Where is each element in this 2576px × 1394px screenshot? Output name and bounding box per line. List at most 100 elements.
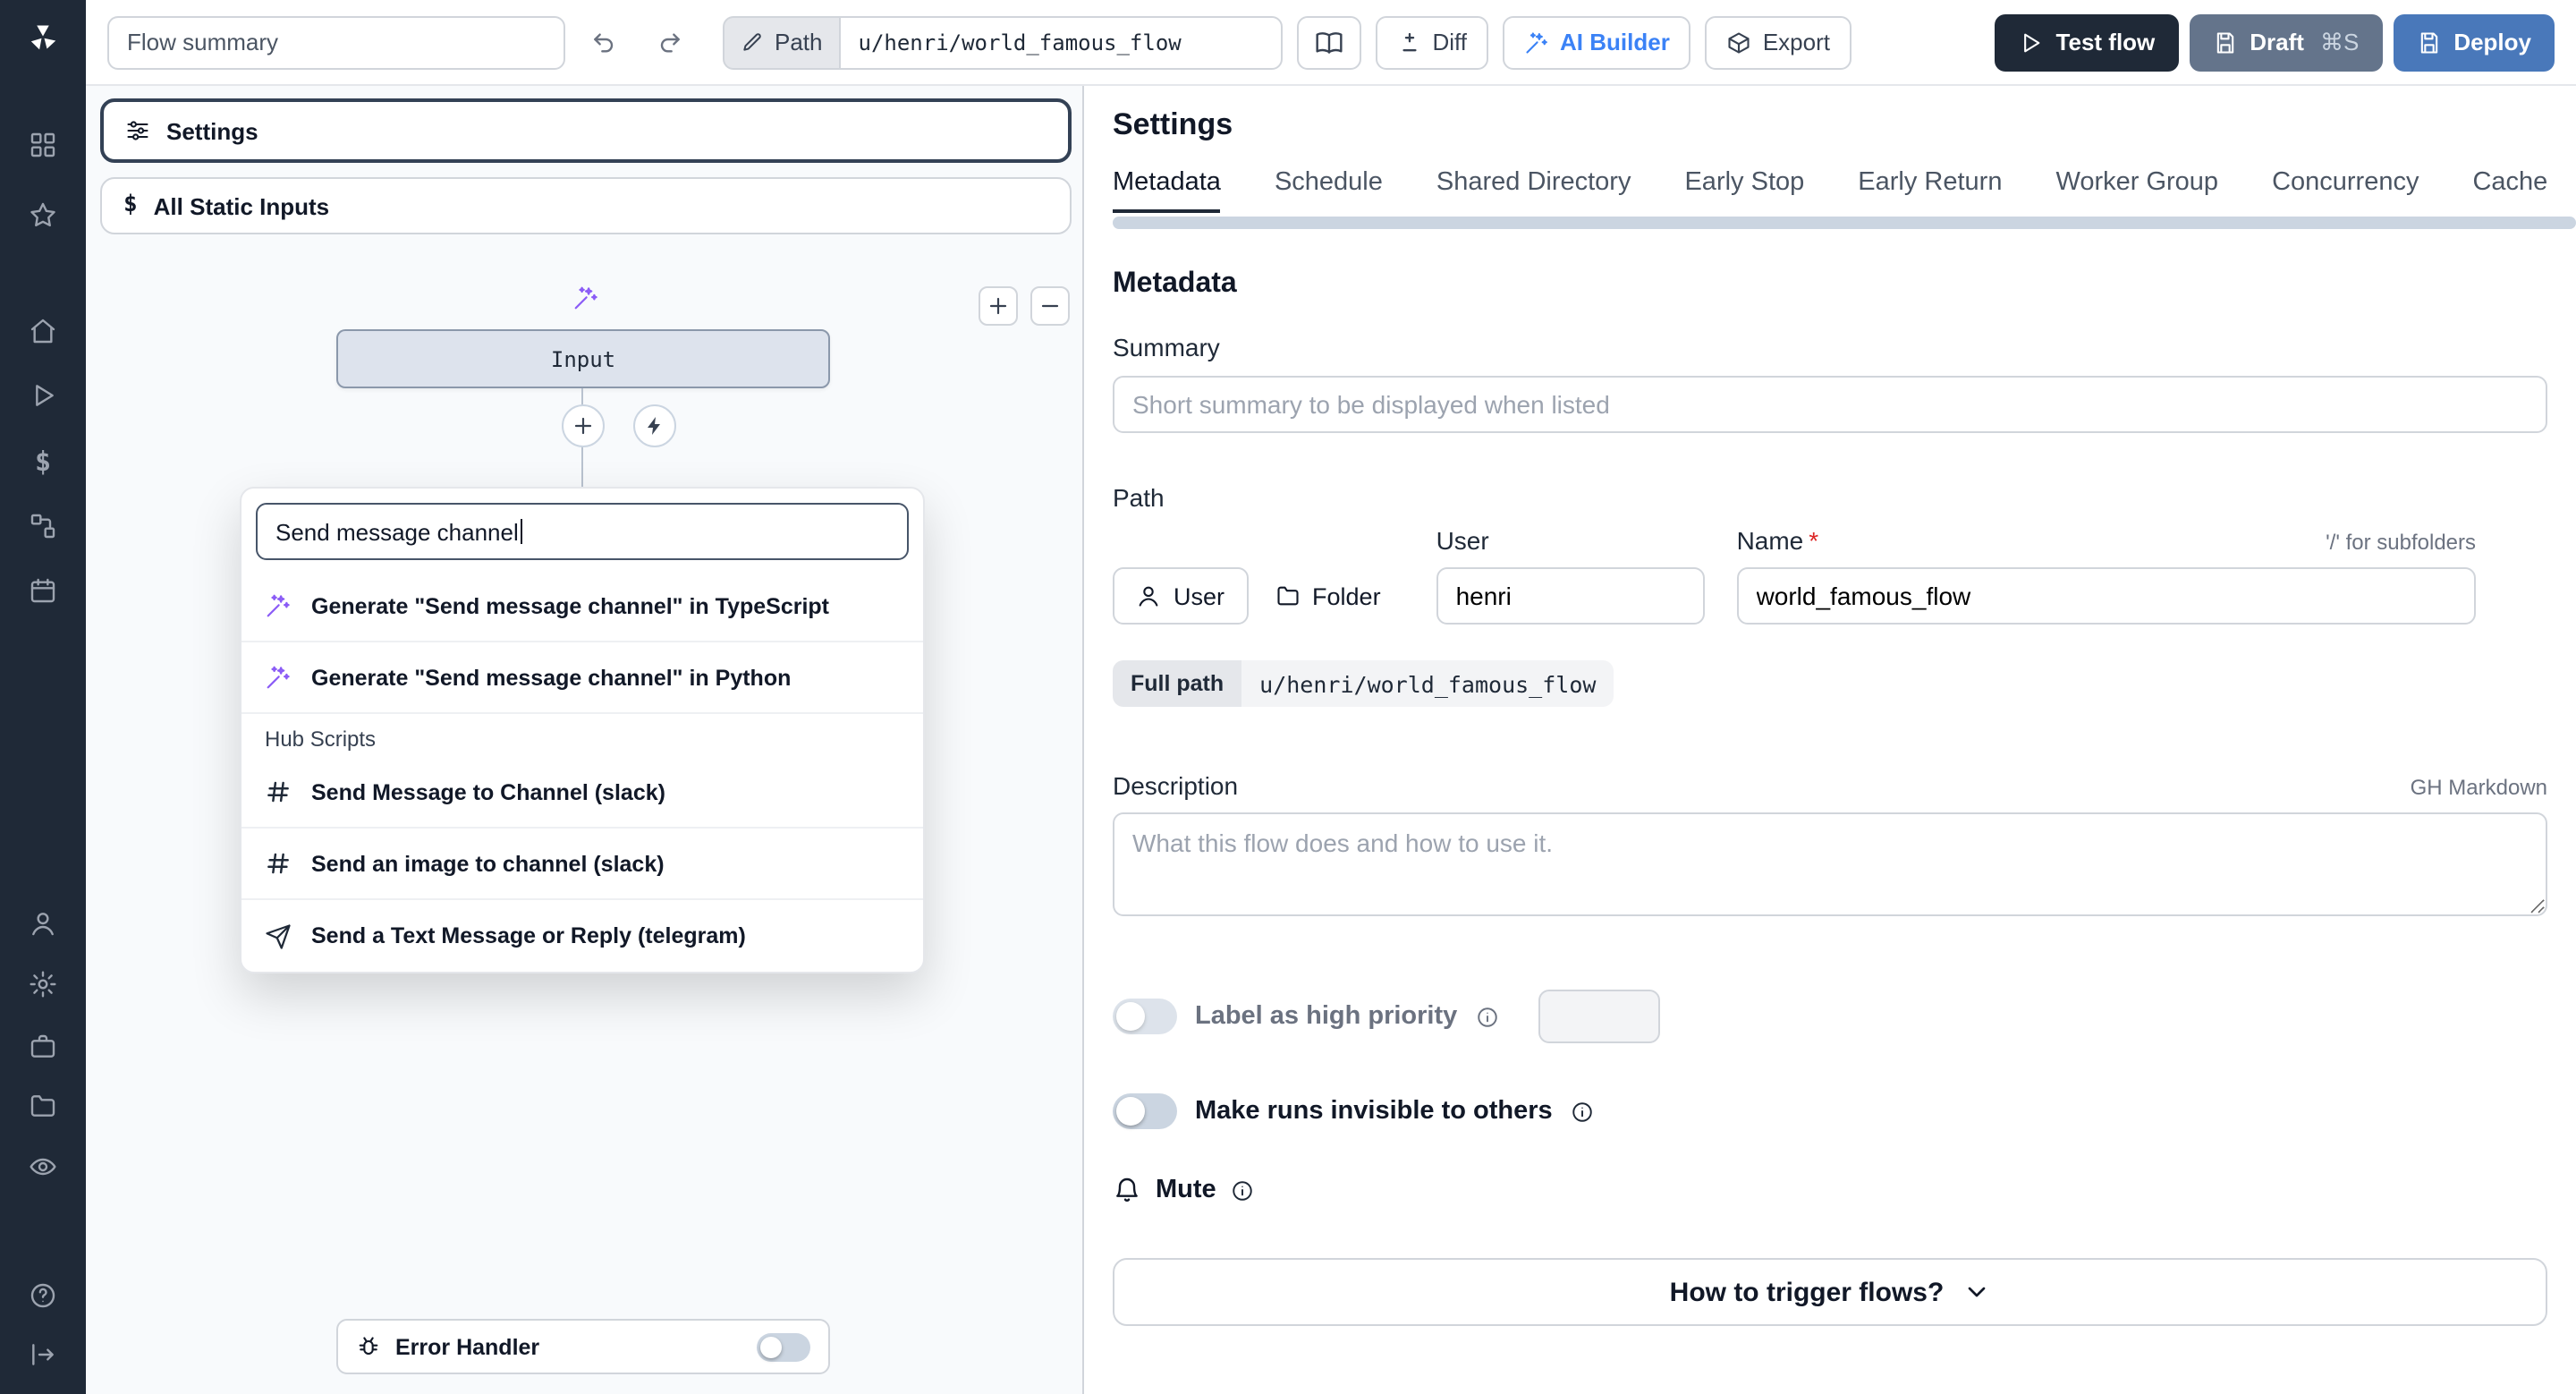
sidebar-item-resources[interactable] [29, 512, 57, 540]
sidebar-expand[interactable] [29, 1340, 57, 1369]
tab-shared-directory[interactable]: Shared Directory [1436, 168, 1631, 213]
sidebar-item-runs[interactable] [29, 381, 57, 410]
summary-input[interactable] [1113, 376, 2547, 433]
user-input[interactable] [1436, 567, 1705, 625]
chevron-down-icon [1967, 1287, 1985, 1297]
zoom-out-button[interactable] [1030, 286, 1070, 326]
how-to-trigger-button[interactable]: How to trigger flows? [1113, 1258, 2547, 1326]
owner-kind-toggle: User Folder [1113, 567, 1404, 625]
subfolder-hint: '/' for subfolders [2326, 530, 2476, 555]
settings-title: Settings [1113, 107, 1233, 141]
trigger-step-button[interactable] [633, 404, 676, 447]
export-label: Export [1762, 29, 1830, 55]
save-icon [2216, 31, 2233, 53]
export-button[interactable]: Export [1705, 15, 1852, 69]
minus-icon [1041, 304, 1059, 308]
sidebar-item-settings[interactable] [29, 970, 57, 999]
gear-icon [30, 971, 56, 998]
test-flow-button[interactable]: Test flow [1995, 13, 2179, 71]
menu-item-generate-typescript[interactable]: Generate "Send message channel" in TypeS… [242, 571, 923, 642]
undo-icon [594, 32, 614, 52]
redo-icon [660, 32, 680, 52]
sidebar-item-help[interactable] [29, 1281, 57, 1310]
trigger-label: How to trigger flows? [1669, 1277, 1945, 1307]
tab-cache[interactable]: Cache [2472, 168, 2547, 213]
sidebar-item-users[interactable] [29, 909, 57, 938]
sidebar-item-home[interactable] [29, 317, 57, 345]
diff-label: Diff [1432, 29, 1468, 55]
sidebar: $ [0, 0, 86, 1394]
hub-scripts-header: Hub Scripts [265, 727, 377, 752]
slack-icon [267, 781, 289, 803]
docs-button[interactable] [1296, 15, 1361, 69]
menu-item-slack-send-message[interactable]: Send Message to Channel (slack) [242, 757, 923, 829]
sidebar-item-schedules[interactable] [29, 576, 57, 605]
markdown-hint: GH Markdown [2410, 775, 2547, 800]
tab-schedule[interactable]: Schedule [1275, 168, 1383, 213]
flow-settings-node[interactable]: Settings [100, 98, 1072, 163]
owner-user-button[interactable]: User [1113, 567, 1249, 625]
description-textarea[interactable] [1113, 812, 2547, 916]
user-icon [32, 913, 54, 936]
menu-item-telegram-send-text[interactable]: Send a Text Message or Reply (telegram) [242, 900, 923, 972]
path-chip[interactable]: Path [723, 15, 839, 69]
toggle-knob [1116, 1002, 1145, 1031]
error-handler-toggle[interactable] [757, 1332, 810, 1361]
sidebar-item-folders[interactable] [29, 1092, 57, 1120]
undo-button[interactable] [580, 17, 630, 67]
sidebar-item-apps[interactable] [29, 131, 57, 159]
priority-label: Label as high priority [1195, 1002, 1458, 1031]
bell-icon [1116, 1177, 1138, 1202]
flow-summary-input[interactable] [107, 15, 565, 69]
tab-early-stop[interactable]: Early Stop [1684, 168, 1804, 213]
insert-step-button[interactable] [562, 404, 605, 447]
name-input[interactable] [1736, 567, 2476, 625]
windmill-logo[interactable] [27, 21, 59, 54]
diff-button[interactable]: Diff [1375, 15, 1489, 69]
flow-path-input[interactable] [838, 15, 1283, 69]
tabs-scrollbar[interactable] [1113, 217, 2576, 229]
ai-flow-button[interactable] [562, 276, 608, 319]
telegram-icon [266, 923, 291, 948]
sliders-icon [127, 121, 148, 140]
slack-icon [267, 853, 289, 874]
ai-builder-button[interactable]: AI Builder [1503, 15, 1691, 69]
plus-icon [989, 297, 1007, 315]
invisible-toggle[interactable] [1113, 1093, 1177, 1129]
wand-icon [573, 285, 597, 309]
error-handler-node[interactable]: Error Handler [336, 1319, 830, 1374]
draft-button[interactable]: Draft ⌘S [2189, 13, 2383, 71]
full-path-label: Full path [1113, 660, 1242, 707]
menu-item-slack-send-image[interactable]: Send an image to channel (slack) [242, 829, 923, 900]
static-inputs-node[interactable]: $ All Static Inputs [100, 177, 1072, 234]
sidebar-item-favorites[interactable] [29, 200, 57, 229]
sidebar-item-variables[interactable]: $ [35, 446, 51, 478]
tab-early-return[interactable]: Early Return [1858, 168, 2002, 213]
folder-icon [1276, 586, 1298, 606]
input-node[interactable]: Input [336, 329, 830, 388]
info-icon [1572, 1101, 1592, 1121]
error-handler-label: Error Handler [395, 1334, 540, 1359]
full-path-badge: Full path u/henri/world_famous_flow [1113, 660, 1614, 707]
priority-row: Label as high priority [1113, 990, 2547, 1043]
ai-builder-label: AI Builder [1560, 29, 1670, 55]
deploy-button[interactable]: Deploy [2393, 13, 2555, 71]
sidebar-item-workers[interactable] [29, 1033, 57, 1061]
menu-item-generate-python[interactable]: Generate "Send message channel" in Pytho… [242, 642, 923, 714]
tab-concurrency[interactable]: Concurrency [2272, 168, 2419, 213]
save-icon [2420, 31, 2437, 53]
owner-folder-button[interactable]: Folder [1251, 567, 1404, 625]
zoom-in-button[interactable] [979, 286, 1018, 326]
text-caret [520, 519, 523, 544]
priority-toggle[interactable] [1113, 999, 1177, 1034]
description-label-row: Description GH Markdown [1113, 771, 2547, 800]
user-label: User [1436, 526, 1489, 555]
priority-value-input[interactable] [1538, 990, 1660, 1043]
redo-button[interactable] [644, 17, 694, 67]
step-search-input[interactable]: Send message channel [256, 503, 909, 560]
tab-metadata[interactable]: Metadata [1113, 168, 1221, 213]
wand-icon [267, 594, 290, 617]
tab-worker-group[interactable]: Worker Group [2055, 168, 2218, 213]
sidebar-item-audit-logs[interactable] [29, 1152, 57, 1181]
info-icon [1232, 1180, 1252, 1200]
